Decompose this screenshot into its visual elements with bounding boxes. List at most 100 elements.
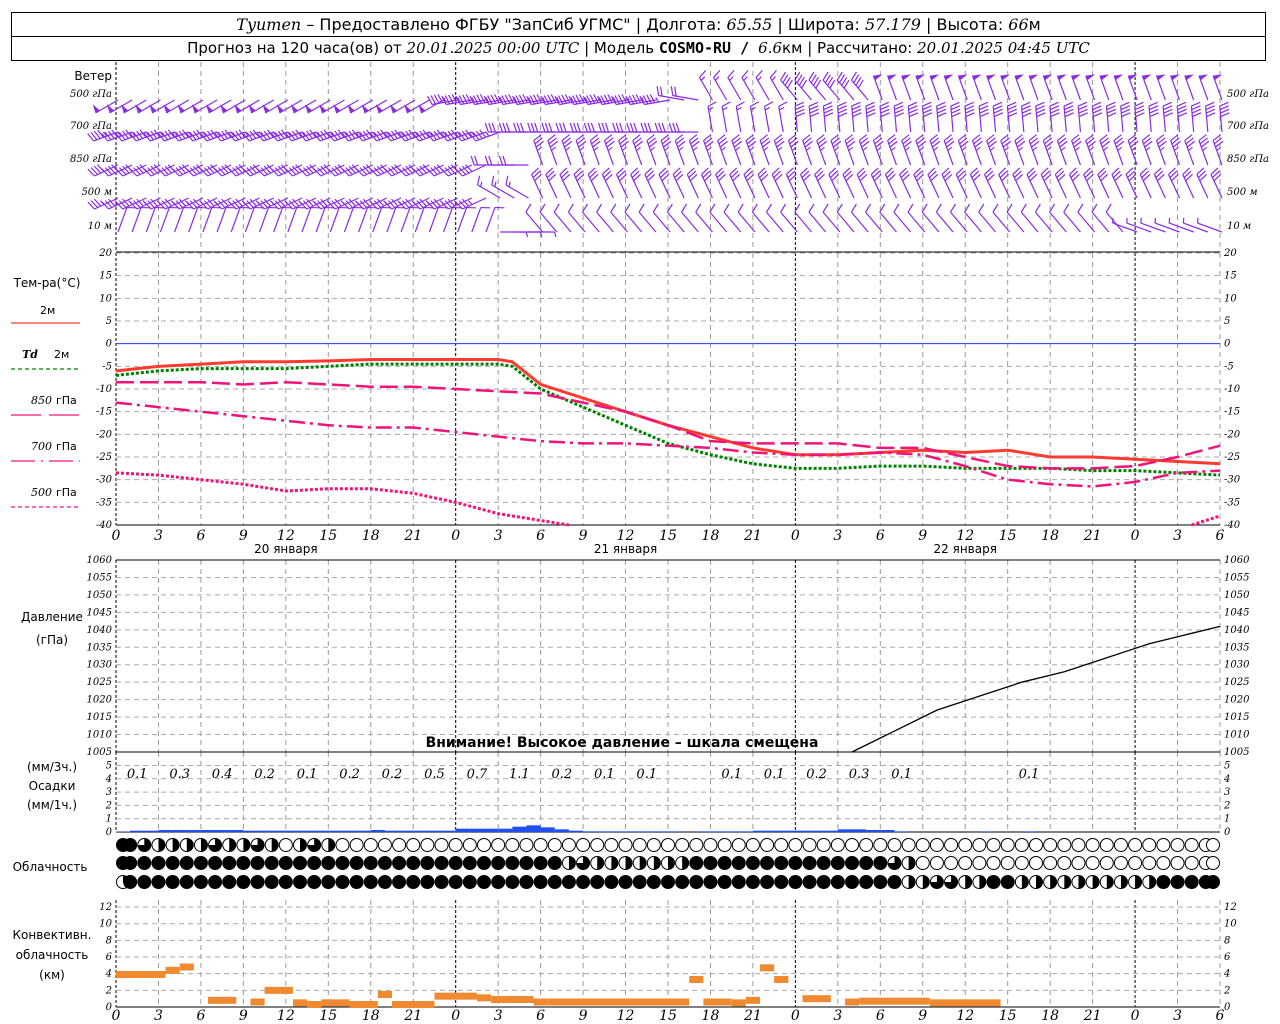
cloud-cover-icon: [632, 875, 647, 889]
precip-bar: [356, 830, 371, 832]
cloud-circle: [590, 875, 605, 889]
x-tick-label: 21: [1083, 1008, 1102, 1024]
precip-tick-left: 1: [106, 814, 112, 825]
barb-full: [965, 112, 975, 118]
wind-barb: [660, 134, 672, 166]
barb-full: [484, 155, 489, 166]
cloud-circle: [392, 856, 407, 870]
wind-barb: [901, 74, 912, 101]
barb-full: [553, 203, 560, 213]
barb-staff: [822, 106, 827, 133]
barb-half: [919, 146, 925, 151]
wind-barb: [879, 101, 890, 133]
cloud-cover-icon: [222, 838, 237, 852]
temp-tick-right: -10: [1224, 384, 1241, 395]
wind-barb: [822, 71, 841, 101]
barb-half: [736, 106, 742, 111]
barb-full: [1035, 105, 1045, 111]
temp-tick-left: -10: [96, 384, 113, 395]
barb-full: [978, 203, 985, 213]
date-label: 21 января: [594, 542, 657, 556]
barb-half: [890, 146, 896, 151]
wind-barb: [1077, 101, 1089, 133]
cloud-cover-icon: [703, 875, 718, 889]
precip-bar: [271, 830, 286, 832]
cloud-cover-icon: [618, 856, 633, 870]
cloud-cover-icon: [1206, 838, 1220, 852]
cloud-circle: [646, 838, 661, 852]
barb-full: [1163, 105, 1173, 111]
barb-staff: [921, 211, 940, 233]
cloud-circle: [392, 838, 407, 852]
barb-full: [951, 108, 961, 114]
barb-staff: [131, 207, 142, 233]
cloud-cover-icon: [1085, 838, 1100, 852]
barb-half: [722, 106, 728, 111]
precip-title: Осадки: [29, 779, 76, 793]
cloud-circle: [1099, 856, 1114, 870]
barb-staff: [589, 140, 600, 166]
wind-barb: [901, 134, 912, 166]
barb-staff: [1140, 222, 1166, 233]
barb-staff: [943, 75, 954, 101]
pressure-tick-right: 1045: [1224, 607, 1249, 618]
legend-prefix: Td: [22, 348, 38, 361]
cloud-fill: [625, 856, 633, 870]
precip-3h-total: 1.1: [509, 767, 530, 782]
wind-barb: [927, 167, 940, 199]
meteogram: 20 2015 1510 105 50 0-5 -5-10 -10-15 -15-20 -20-2…: [11, 62, 1269, 1024]
precip-tick-left: 3: [106, 787, 112, 798]
cloud-cover-icon: [958, 875, 973, 889]
cloud-cover-icon: [675, 875, 690, 889]
cloud-circle: [293, 856, 307, 870]
barb-staff: [1212, 75, 1223, 101]
temp-tick-right: -30: [1224, 475, 1241, 486]
barb-half: [729, 76, 734, 81]
cloud-circle: [873, 875, 888, 889]
barb-full: [992, 203, 999, 213]
cloud-cover-icon: [1156, 856, 1171, 870]
cloud-cover-icon: [448, 838, 463, 852]
pressure-title: Давление: [21, 610, 83, 624]
convective-tick-right: 0: [1224, 1002, 1231, 1013]
convective-tick-left: 8: [106, 935, 112, 946]
precip-3h-total: 0.1: [1019, 767, 1040, 782]
barb-half: [862, 146, 868, 151]
barb-full: [1149, 112, 1159, 118]
cloud-circle: [618, 875, 633, 889]
barb-full: [562, 122, 567, 133]
precip-tick-left: 2: [105, 800, 112, 811]
cloud-circle: [462, 838, 477, 852]
wind-barb: [681, 203, 699, 233]
barb-full: [1078, 112, 1089, 118]
cloud-cover-icon: [448, 856, 463, 870]
temp-tick-left: 20: [98, 248, 112, 259]
barb-staff: [787, 140, 798, 166]
cloud-cover-icon: [491, 838, 506, 852]
wind-barb: [1012, 167, 1025, 199]
barb-full: [922, 105, 932, 111]
temperature-panel: 2м Td 2м 850 гПа 700 гПа 500 гПа Тем-ра(°C): [11, 276, 1221, 527]
barb-full: [597, 122, 603, 133]
cloud-cover-icon: [830, 856, 845, 870]
precip-unit-3h: (мм/3ч.): [27, 760, 77, 774]
cloud-circle: [123, 856, 138, 870]
barb-full: [590, 122, 595, 133]
barb-full: [893, 101, 904, 107]
cloud-cover-icon: [901, 856, 916, 870]
cloud-circle: [1000, 838, 1015, 852]
wind-barb: [533, 134, 544, 166]
barb-full: [1092, 101, 1102, 107]
barb-full: [474, 155, 479, 166]
barb-full: [647, 122, 652, 133]
barb-staff: [802, 140, 813, 166]
barb-staff: [525, 211, 544, 233]
barb-staff: [943, 140, 954, 166]
cloud-circle: [1029, 838, 1043, 852]
barb-staff: [1028, 140, 1039, 166]
cloud-cover-icon: [1184, 875, 1199, 889]
cloud-circle: [1156, 856, 1171, 870]
barb-staff: [1105, 211, 1124, 233]
precip-bar: [512, 826, 527, 832]
legend-label: гПа: [56, 440, 77, 453]
